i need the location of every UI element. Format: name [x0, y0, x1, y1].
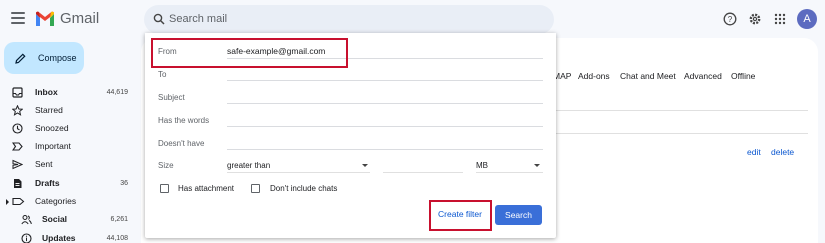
- sidebar-item-label: Starred: [35, 105, 63, 115]
- draft-icon: [14, 178, 22, 188]
- chevron-down-icon: [362, 164, 368, 167]
- dont-include-chats-label: Don't include chats: [270, 184, 338, 193]
- unread-count: 44,108: [106, 234, 128, 242]
- to-field[interactable]: [227, 80, 543, 81]
- main-menu-icon[interactable]: [11, 12, 25, 24]
- chevron-down-icon: [534, 164, 540, 167]
- highlight-box-create-filter: [429, 200, 492, 231]
- sidebar-item-label: Drafts: [35, 178, 60, 188]
- sidebar-item-updates[interactable]: Updates 44,108: [0, 230, 135, 243]
- sidebar-item-label: Sent: [35, 159, 53, 169]
- clock-icon: [12, 122, 23, 134]
- size-unit-value: MB: [476, 161, 488, 170]
- apps-grid-icon[interactable]: [773, 12, 787, 26]
- sidebar-item-important[interactable]: Important: [0, 138, 135, 154]
- doesnt-have-label: Doesn't have: [158, 139, 205, 148]
- sidebar-item-starred[interactable]: Starred: [0, 102, 135, 118]
- tab-chat-meet[interactable]: Chat and Meet: [620, 71, 676, 81]
- svg-text:?: ?: [728, 15, 733, 24]
- sidebar-item-sent[interactable]: Sent: [0, 156, 135, 172]
- compose-label: Compose: [38, 53, 77, 63]
- send-icon: [12, 159, 23, 169]
- help-icon[interactable]: ?: [723, 12, 737, 26]
- subject-field[interactable]: [227, 103, 543, 104]
- sidebar-item-inbox[interactable]: Inbox 44,619: [0, 84, 135, 100]
- has-words-label: Has the words: [158, 116, 210, 125]
- people-icon: [21, 214, 32, 224]
- unread-count: 44,619: [106, 88, 128, 96]
- highlight-box-from: [151, 38, 348, 68]
- select-underline: [227, 172, 370, 173]
- sidebar-item-label: Inbox: [35, 87, 58, 97]
- expand-label-icon: [6, 197, 25, 205]
- app-name: Gmail: [60, 10, 100, 27]
- sidebar-item-label: Snoozed: [35, 123, 69, 133]
- sidebar-item-snoozed[interactable]: Snoozed: [0, 120, 135, 136]
- select-underline: [476, 172, 543, 173]
- sidebar-item-label: Categories: [35, 196, 77, 206]
- tab-advanced[interactable]: Advanced: [684, 71, 722, 81]
- divider: [556, 110, 808, 111]
- has-words-field[interactable]: [227, 126, 543, 127]
- account-avatar[interactable]: A: [797, 9, 817, 29]
- divider: [556, 133, 808, 134]
- sidebar-item-categories[interactable]: Categories: [0, 193, 135, 209]
- size-label: Size: [158, 161, 174, 170]
- search-bar[interactable]: [144, 5, 554, 34]
- inbox-icon: [12, 86, 23, 98]
- unread-count: 6,261: [110, 215, 128, 223]
- sidebar-item-label: Updates: [42, 233, 76, 243]
- pencil-icon: [15, 52, 26, 64]
- sidebar-item-social[interactable]: Social 6,261: [0, 211, 135, 227]
- size-comparator-value: greater than: [227, 161, 271, 170]
- edit-link[interactable]: edit: [747, 147, 761, 157]
- search-button[interactable]: Search: [495, 205, 542, 225]
- search-input[interactable]: [169, 5, 529, 34]
- size-value-field[interactable]: [383, 172, 463, 173]
- draft-count: 36: [120, 179, 128, 187]
- has-attachment-checkbox[interactable]: [160, 184, 169, 193]
- star-icon: [12, 104, 23, 116]
- to-label: To: [158, 70, 167, 79]
- compose-button[interactable]: Compose: [4, 42, 84, 74]
- sidebar-item-label: Social: [42, 214, 68, 224]
- tab-addons[interactable]: Add-ons: [578, 71, 610, 81]
- dont-include-chats-checkbox[interactable]: [251, 184, 260, 193]
- subject-label: Subject: [158, 93, 185, 102]
- sidebar-item-drafts[interactable]: Drafts 36: [0, 175, 135, 191]
- doesnt-have-field[interactable]: [227, 149, 543, 150]
- has-attachment-label: Has attachment: [178, 184, 235, 193]
- search-icon[interactable]: [153, 13, 165, 25]
- delete-link[interactable]: delete: [771, 147, 794, 157]
- info-icon: [21, 232, 32, 243]
- important-icon: [12, 141, 23, 151]
- sidebar-item-label: Important: [35, 141, 71, 151]
- gmail-m-icon: [36, 11, 54, 26]
- settings-gear-icon[interactable]: [748, 12, 762, 26]
- tab-offline[interactable]: Offline: [731, 71, 755, 81]
- gmail-logo[interactable]: Gmail: [35, 10, 99, 27]
